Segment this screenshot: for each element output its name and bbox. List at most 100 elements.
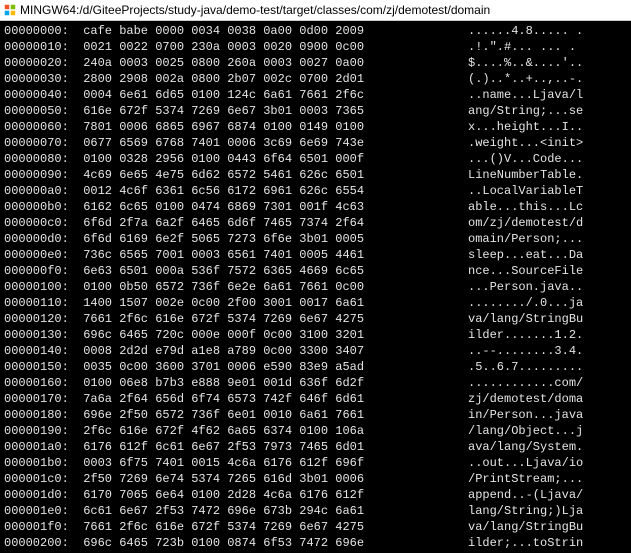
hex-offset: 000001a0: <box>4 439 76 455</box>
hex-bytes: 7a6a 2f64 656d 6f74 6573 742f 646f 6d61 <box>76 391 468 407</box>
hex-offset: 00000080: <box>4 151 76 167</box>
hex-offset: 00000180: <box>4 407 76 423</box>
hex-row: 000000a0: 0012 4c6f 6361 6c56 6172 6961 … <box>4 183 627 199</box>
hex-ascii: x...height...I.. <box>468 119 627 135</box>
hex-bytes: 0100 06e8 b7b3 e888 9e01 001d 636f 6d2f <box>76 375 468 391</box>
hex-offset: 00000160: <box>4 375 76 391</box>
hex-bytes: 736c 6565 7001 0003 6561 7401 0005 4461 <box>76 247 468 263</box>
hex-bytes: 696e 2f50 6572 736f 6e01 0010 6a61 7661 <box>76 407 468 423</box>
hex-bytes: 696c 6465 723b 0100 0874 6f53 7472 696e <box>76 535 468 551</box>
hex-row: 000001f0: 7661 2f6c 616e 672f 5374 7269 … <box>4 519 627 535</box>
hex-bytes: 2800 2908 002a 0800 2b07 002c 0700 2d01 <box>76 71 468 87</box>
hex-offset: 00000060: <box>4 119 76 135</box>
hex-ascii: ang/String;...se <box>468 103 627 119</box>
hex-offset: 000000b0: <box>4 199 76 215</box>
hex-ascii: in/Person...java <box>468 407 627 423</box>
hex-row: 000000d0: 6f6d 6169 6e2f 5065 7273 6f6e … <box>4 231 627 247</box>
hex-ascii: ............com/ <box>468 375 627 391</box>
hex-ascii: va/lang/StringBu <box>468 519 627 535</box>
hex-bytes: 0008 2d2d e79d a1e8 a789 0c00 3300 3407 <box>76 343 468 359</box>
hex-offset: 00000050: <box>4 103 76 119</box>
hex-bytes: 6f6d 2f7a 6a2f 6465 6d6f 7465 7374 2f64 <box>76 215 468 231</box>
hex-ascii: ..--........3.4. <box>468 343 627 359</box>
window-title: MINGW64:/d/GiteeProjects/study-java/demo… <box>20 0 490 20</box>
hex-ascii: om/zj/demotest/d <box>468 215 627 231</box>
hex-row: 000001b0: 0003 6f75 7401 0015 4c6a 6176 … <box>4 455 627 471</box>
hex-offset: 00000110: <box>4 295 76 311</box>
hex-row: 00000000: cafe babe 0000 0034 0038 0a00 … <box>4 23 627 39</box>
hex-row: 00000070: 0677 6569 6768 7401 0006 3c69 … <box>4 135 627 151</box>
hex-bytes: 240a 0003 0025 0800 260a 0003 0027 0a00 <box>76 55 468 71</box>
hex-offset: 00000000: <box>4 23 76 39</box>
hex-ascii: .!.".#... ... . <box>468 39 627 55</box>
hex-bytes: 0003 6f75 7401 0015 4c6a 6176 612f 696f <box>76 455 468 471</box>
hex-bytes: 6f6d 6169 6e2f 5065 7273 6f6e 3b01 0005 <box>76 231 468 247</box>
terminal-output[interactable]: 00000000: cafe babe 0000 0034 0038 0a00 … <box>0 21 631 553</box>
hex-offset: 000000f0: <box>4 263 76 279</box>
hex-bytes: cafe babe 0000 0034 0038 0a00 0d00 2009 <box>76 23 468 39</box>
hex-offset: 00000170: <box>4 391 76 407</box>
hex-bytes: 0012 4c6f 6361 6c56 6172 6961 626c 6554 <box>76 183 468 199</box>
hex-bytes: 2f6c 616e 672f 4f62 6a65 6374 0100 106a <box>76 423 468 439</box>
hex-ascii: .5..6.7......... <box>468 359 627 375</box>
hex-ascii: nce...SourceFile <box>468 263 627 279</box>
hex-ascii: ..out...Ljava/io <box>468 455 627 471</box>
hex-ascii: ......4.8..... . <box>468 23 627 39</box>
hex-row: 00000040: 0004 6e61 6d65 0100 124c 6a61 … <box>4 87 627 103</box>
hex-row: 00000160: 0100 06e8 b7b3 e888 9e01 001d … <box>4 375 627 391</box>
hex-row: 00000120: 7661 2f6c 616e 672f 5374 7269 … <box>4 311 627 327</box>
hex-bytes: 0004 6e61 6d65 0100 124c 6a61 7661 2f6c <box>76 87 468 103</box>
hex-offset: 000001f0: <box>4 519 76 535</box>
hex-offset: 00000030: <box>4 71 76 87</box>
hex-offset: 00000120: <box>4 311 76 327</box>
hex-ascii: LineNumberTable. <box>468 167 627 183</box>
hex-ascii: .weight...<init> <box>468 135 627 151</box>
hex-ascii: omain/Person;... <box>468 231 627 247</box>
hex-row: 000000f0: 6e63 6501 000a 536f 7572 6365 … <box>4 263 627 279</box>
hex-bytes: 0100 0328 2956 0100 0443 6f64 6501 000f <box>76 151 468 167</box>
hex-row: 000001c0: 2f50 7269 6e74 5374 7265 616d … <box>4 471 627 487</box>
hex-row: 00000130: 696c 6465 720c 000e 000f 0c00 … <box>4 327 627 343</box>
hex-row: 00000020: 240a 0003 0025 0800 260a 0003 … <box>4 55 627 71</box>
hex-bytes: 0677 6569 6768 7401 0006 3c69 6e69 743e <box>76 135 468 151</box>
hex-offset: 00000150: <box>4 359 76 375</box>
hex-ascii: zj/demotest/doma <box>468 391 627 407</box>
hex-offset: 000000e0: <box>4 247 76 263</box>
hex-row: 000001d0: 6170 7065 6e64 0100 2d28 4c6a … <box>4 487 627 503</box>
hex-row: 000001e0: 6c61 6e67 2f53 7472 696e 673b … <box>4 503 627 519</box>
hex-ascii: /PrintStream;... <box>468 471 627 487</box>
hex-row: 00000190: 2f6c 616e 672f 4f62 6a65 6374 … <box>4 423 627 439</box>
hex-bytes: 0100 0b50 6572 736f 6e2e 6a61 7661 0c00 <box>76 279 468 295</box>
hex-row: 00000200: 696c 6465 723b 0100 0874 6f53 … <box>4 535 627 551</box>
hex-row: 000001a0: 6176 612f 6c61 6e67 2f53 7973 … <box>4 439 627 455</box>
hex-ascii: ......../.0...ja <box>468 295 627 311</box>
hex-bytes: 6e63 6501 000a 536f 7572 6365 4669 6c65 <box>76 263 468 279</box>
hex-ascii: va/lang/StringBu <box>468 311 627 327</box>
mingw-icon <box>4 4 16 16</box>
hex-row: 00000080: 0100 0328 2956 0100 0443 6f64 … <box>4 151 627 167</box>
hex-row: 00000140: 0008 2d2d e79d a1e8 a789 0c00 … <box>4 343 627 359</box>
hex-offset: 000000a0: <box>4 183 76 199</box>
hex-ascii: append..-(Ljava/ <box>468 487 627 503</box>
hex-row: 00000150: 0035 0c00 3600 3701 0006 e590 … <box>4 359 627 375</box>
hex-ascii: $....%..&....'.. <box>468 55 627 71</box>
hex-row: 00000050: 616e 672f 5374 7269 6e67 3b01 … <box>4 103 627 119</box>
hex-offset: 000000d0: <box>4 231 76 247</box>
hex-ascii: ..name...Ljava/l <box>468 87 627 103</box>
hex-offset: 000001d0: <box>4 487 76 503</box>
hex-offset: 00000190: <box>4 423 76 439</box>
hex-row: 00000010: 0021 0022 0700 230a 0003 0020 … <box>4 39 627 55</box>
hex-bytes: 7801 0006 6865 6967 6874 0100 0149 0100 <box>76 119 468 135</box>
hex-offset: 00000010: <box>4 39 76 55</box>
window-titlebar[interactable]: MINGW64:/d/GiteeProjects/study-java/demo… <box>0 0 631 21</box>
hex-offset: 00000100: <box>4 279 76 295</box>
hex-offset: 00000070: <box>4 135 76 151</box>
hex-row: 00000180: 696e 2f50 6572 736f 6e01 0010 … <box>4 407 627 423</box>
hex-ascii: /lang/Object...j <box>468 423 627 439</box>
hex-offset: 000001c0: <box>4 471 76 487</box>
hex-offset: 00000020: <box>4 55 76 71</box>
hex-ascii: ilder.......1.2. <box>468 327 627 343</box>
hex-offset: 00000130: <box>4 327 76 343</box>
hex-row: 00000090: 4c69 6e65 4e75 6d62 6572 5461 … <box>4 167 627 183</box>
hex-bytes: 0035 0c00 3600 3701 0006 e590 83e9 a5ad <box>76 359 468 375</box>
